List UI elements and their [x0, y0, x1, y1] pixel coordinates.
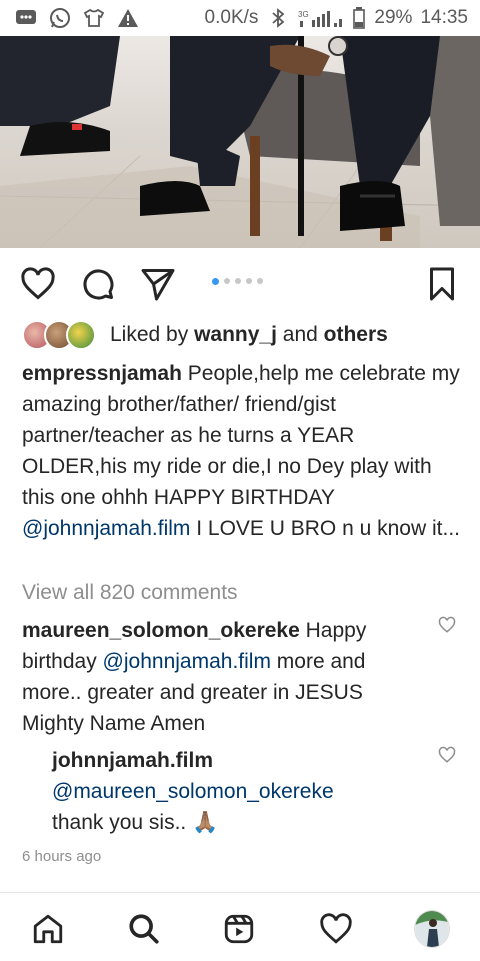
caption-text-end: I LOVE U BRO n u know it... — [190, 517, 460, 540]
battery-level: 29% — [374, 7, 413, 28]
like-heart-icon[interactable] — [20, 266, 56, 302]
post-image[interactable] — [0, 36, 480, 248]
avatar — [414, 910, 450, 948]
search-icon[interactable] — [126, 911, 162, 947]
carousel-dot — [235, 278, 241, 284]
home-icon[interactable] — [30, 911, 66, 947]
comment: maureen_solomon_okereke Happy birthday @… — [22, 619, 367, 735]
signal-icon: 3G — [298, 7, 344, 29]
likes-text: Liked by wanny_j and others — [110, 323, 388, 346]
svg-text:3G: 3G — [298, 10, 309, 19]
network-speed: 0.0K/s — [204, 7, 259, 28]
carousel-dot-active — [212, 277, 219, 285]
comment-reply: johnnjamah.film @maureen_solomon_okereke… — [52, 745, 422, 838]
liker-username[interactable]: wanny_j — [194, 323, 277, 346]
profile-avatar[interactable] — [414, 910, 450, 948]
comment-mention[interactable]: @johnnjamah.film — [103, 650, 271, 673]
post-caption: empressnjamah People,help me celebrate m… — [22, 358, 462, 544]
warning-icon — [116, 7, 140, 29]
save-bookmark-icon[interactable] — [424, 266, 460, 302]
activity-heart-icon[interactable] — [318, 911, 354, 947]
likes-others-link[interactable]: others — [324, 323, 388, 346]
post-actions — [0, 258, 480, 310]
message-icon — [14, 7, 38, 29]
battery-icon — [352, 7, 366, 29]
status-bar: 0.0K/s 3G 29% 14:35 — [0, 0, 480, 36]
post-timestamp: 6 hours ago — [22, 848, 102, 865]
reply-like-heart-icon[interactable] — [438, 746, 456, 764]
share-send-icon[interactable] — [140, 266, 176, 302]
reels-icon[interactable] — [221, 911, 257, 947]
carousel-dot — [246, 278, 252, 284]
shirt-icon — [82, 7, 106, 29]
bluetooth-icon — [266, 7, 290, 29]
comment-author[interactable]: johnnjamah.film — [52, 745, 422, 776]
caption-mention[interactable]: @johnnjamah.film — [22, 517, 190, 540]
view-all-comments-link[interactable]: View all 820 comments — [22, 581, 238, 605]
carousel-dot — [257, 278, 263, 284]
caption-author[interactable]: empressnjamah — [22, 362, 182, 385]
avatar — [66, 320, 96, 350]
clock: 14:35 — [420, 7, 468, 28]
liker-avatars — [22, 320, 96, 350]
comment-author[interactable]: maureen_solomon_okereke — [22, 619, 300, 642]
comment-bubble-icon[interactable] — [80, 266, 116, 302]
comment-mention[interactable]: @maureen_solomon_okereke — [52, 776, 422, 807]
carousel-indicator — [212, 277, 263, 285]
whatsapp-icon — [48, 7, 72, 29]
bottom-nav — [0, 892, 480, 961]
comment-like-heart-icon[interactable] — [438, 616, 456, 634]
likes-row[interactable]: Liked by wanny_j and others — [22, 320, 470, 350]
carousel-dot — [224, 278, 230, 284]
